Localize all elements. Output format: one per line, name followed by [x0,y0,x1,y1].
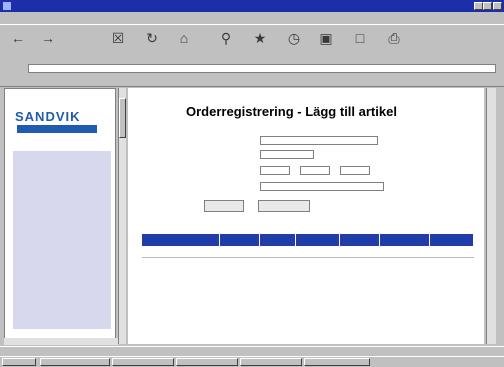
stop-icon: ☒ [111,30,125,46]
menu-bar [0,12,504,24]
logo-subtitle [17,125,97,133]
fullscreen-icon: □ [355,30,365,46]
ie-icon [3,2,11,10]
order-table-header [142,234,474,246]
delivery-day-input[interactable] [340,166,370,175]
nav-frame-scrollbar[interactable] [118,88,126,344]
toolbar-forward-button[interactable]: → [34,30,62,60]
minimize-button[interactable] [474,2,483,10]
nav-menu [13,151,111,329]
delivery-month-input[interactable] [300,166,330,175]
browser-window: ← → ☒ ↻ ⌂ ⚲ ★ ◷ ▣ □ ⎙ SANDVIK Orderregis… [0,0,504,367]
toolbar: ← → ☒ ↻ ⌂ ⚲ ★ ◷ ▣ □ ⎙ [0,24,504,64]
toolbar-back-button[interactable]: ← [4,30,32,60]
channels-icon: ▣ [319,30,333,46]
search-icon: ⚲ [220,30,232,46]
article-input[interactable] [260,136,378,145]
refresh-icon: ↻ [146,30,158,46]
add-article-button[interactable] [204,200,244,212]
sandvik-logo: SANDVIK [15,109,99,141]
nav-scroll-thumb[interactable] [119,98,126,138]
toolbar-history-button[interactable]: ◷ [280,30,308,60]
column-header [142,234,220,246]
maximize-button[interactable] [483,2,492,10]
column-header [340,234,380,246]
taskbar-item[interactable] [40,358,110,366]
logo-name: SANDVIK [15,109,81,124]
taskbar-item[interactable] [304,358,370,366]
toolbar-favorites-button[interactable]: ★ [246,30,274,60]
favorites-icon: ★ [253,30,267,46]
comment-input[interactable] [260,182,384,191]
home-icon: ⌂ [179,30,189,46]
page-title: Orderregistrering - Lägg till artikel [186,104,397,119]
column-header [260,234,296,246]
back-icon: ← [11,30,25,46]
print-icon: ⎙ [388,30,400,46]
toolbar-home-button[interactable]: ⌂ [170,30,198,60]
toolbar-stop-button[interactable]: ☒ [104,30,132,60]
start-button[interactable] [2,358,36,366]
toolbar-refresh-button[interactable]: ↻ [138,30,166,60]
links-bar [0,75,504,87]
main-scrollbar[interactable] [486,88,496,344]
address-bar [0,63,504,74]
delivery-year-input[interactable] [260,166,290,175]
close-button[interactable] [493,2,502,10]
taskbar-item[interactable] [112,358,174,366]
title-bar [0,0,504,12]
toolbar-print-button[interactable]: ⎙ [380,30,408,60]
status-bar [0,346,504,356]
column-header [380,234,430,246]
navigation-frame: SANDVIK [4,88,116,344]
main-content: Orderregistrering - Lägg till artikel [128,88,484,344]
search-article-button[interactable] [258,200,310,212]
taskbar [0,356,504,367]
toolbar-fullscreen-button[interactable]: □ [346,30,374,60]
taskbar-item[interactable] [176,358,238,366]
quantity-input[interactable] [260,150,314,159]
column-header [430,234,474,246]
toolbar-search-button[interactable]: ⚲ [212,30,240,60]
column-header [296,234,340,246]
history-icon: ◷ [287,30,301,46]
nav-frame-hscrollbar[interactable] [4,338,118,345]
toolbar-channels-button[interactable]: ▣ [312,30,340,60]
taskbar-item[interactable] [240,358,302,366]
forward-icon: → [41,30,55,46]
column-header [220,234,260,246]
table-row [142,247,474,258]
address-input[interactable] [28,64,496,73]
